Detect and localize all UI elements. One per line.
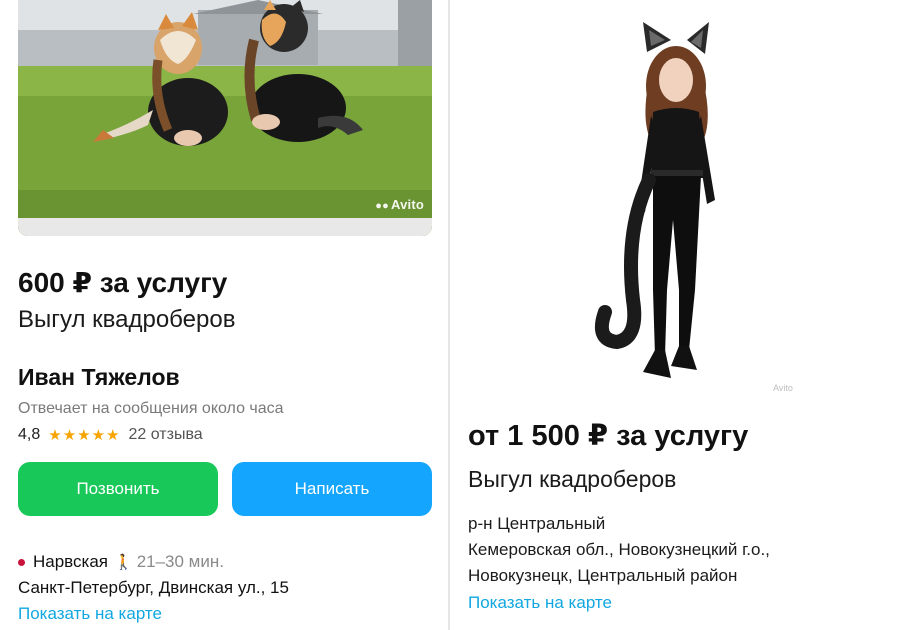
show-on-map-link[interactable]: Показать на карте: [18, 604, 162, 624]
avito-logo-icon: ●●: [375, 200, 389, 212]
seller-rating[interactable]: 4,8 ★★★★★ 22 отзыва: [18, 426, 203, 444]
seller-name[interactable]: Иван Тяжелов: [18, 364, 180, 391]
listing-title[interactable]: Выгул квадроберов: [18, 306, 235, 334]
metro-station: Нарвская 🚶 21–30 мин.: [18, 552, 224, 572]
reviews-count: 22 отзыва: [128, 426, 203, 443]
metro-name: Нарвская: [33, 552, 108, 571]
listing-price: от 1 500 ₽ за услугу: [468, 420, 749, 452]
show-on-map-link[interactable]: Показать на карте: [468, 593, 612, 613]
address: Санкт-Петербург, Двинская ул., 15: [18, 578, 289, 597]
photo-illustration: [18, 0, 432, 236]
listing-price: 600 ₽ за услугу: [18, 267, 228, 298]
district: р-н Центральный: [468, 514, 606, 533]
photo-watermark: Avito: [773, 383, 793, 393]
region: Кемеровская обл., Новокузнецкий г.о.,: [468, 540, 770, 559]
write-message-button[interactable]: Написать: [232, 462, 432, 516]
walk-time: 21–30 мин.: [136, 552, 224, 571]
listing-photo-cat-costume[interactable]: [539, 0, 813, 398]
screenshot-divider: [448, 0, 450, 630]
call-button[interactable]: Позвонить: [18, 462, 218, 516]
left-listing: ●● Avito 600 ₽ за услугу Выгул квадроберо…: [0, 0, 449, 630]
photo-illustration: [539, 0, 813, 398]
metro-line-icon: [18, 558, 25, 566]
photo-watermark: ●● Avito: [375, 197, 424, 212]
city-district: Новокузнецк, Центральный район: [468, 566, 738, 585]
rating-value: 4,8: [18, 426, 41, 443]
right-listing: Avito от 1 500 ₽ за услугу Выгул квадроб…: [451, 0, 900, 630]
watermark-text: Avito: [390, 197, 424, 212]
pedestrian-icon: 🚶: [114, 554, 133, 571]
seller-response-time: Отвечает на сообщения около часа: [18, 400, 284, 417]
star-rating-icon: ★★★★★: [48, 427, 121, 444]
listing-title[interactable]: Выгул квадроберов: [468, 466, 676, 493]
listing-photo-quadrobers-in-masks[interactable]: ●● Avito: [18, 0, 432, 236]
